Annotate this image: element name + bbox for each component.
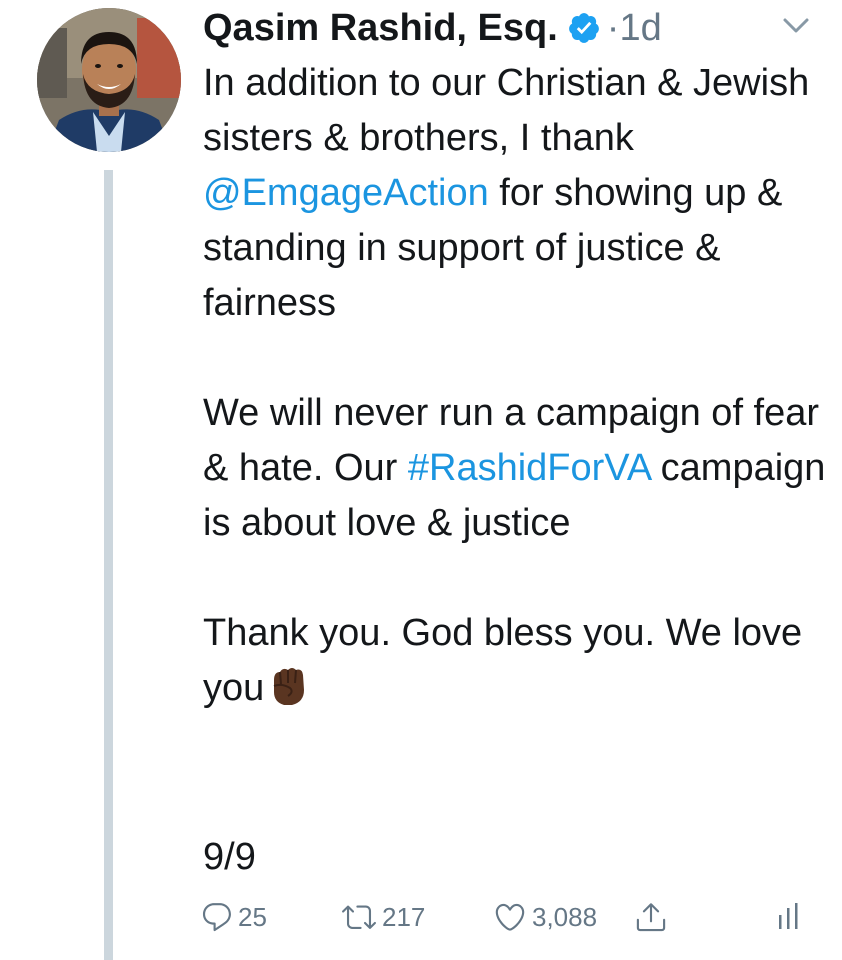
share-button[interactable] bbox=[634, 895, 668, 939]
chevron-down-icon[interactable] bbox=[780, 14, 812, 38]
retweet-count: 217 bbox=[382, 901, 426, 932]
display-name[interactable]: Qasim Rashid, Esq. bbox=[203, 7, 558, 50]
avatar[interactable] bbox=[37, 8, 181, 152]
tweet-paragraph: In addition to our Christian & Jewish si… bbox=[203, 62, 810, 324]
tweet-paragraph: Thank you. God bless you. We love you bbox=[203, 612, 803, 709]
like-count: 3,088 bbox=[532, 901, 598, 932]
tweet-timestamp[interactable]: ·1d bbox=[607, 7, 662, 50]
retweet-icon bbox=[340, 900, 378, 934]
tweet[interactable]: Qasim Rashid, Esq. ·1d In addition to ou… bbox=[0, 0, 842, 960]
tweet-paragraph: We will never run a campaign of fear & h… bbox=[203, 392, 826, 544]
analytics-button[interactable] bbox=[774, 895, 804, 939]
reply-icon bbox=[200, 900, 234, 934]
reply-button[interactable]: 25 bbox=[200, 895, 267, 939]
heart-icon bbox=[492, 900, 528, 934]
thread-line bbox=[104, 170, 113, 960]
analytics-icon bbox=[774, 900, 804, 934]
raised-fist-emoji-icon bbox=[266, 664, 310, 708]
share-icon bbox=[634, 900, 668, 934]
like-button[interactable]: 3,088 bbox=[492, 895, 597, 939]
verified-badge-icon bbox=[567, 11, 601, 45]
reply-count: 25 bbox=[238, 901, 267, 932]
mention-link[interactable]: @EmgageAction bbox=[203, 172, 489, 214]
tweet-actions: 25 217 3,088 bbox=[200, 895, 820, 939]
retweet-button[interactable]: 217 bbox=[340, 895, 425, 939]
thread-counter: 9/9 bbox=[203, 836, 256, 878]
tweet-text: In addition to our Christian & Jewish si… bbox=[203, 56, 833, 716]
hashtag-link[interactable]: #RashidForVA bbox=[408, 447, 650, 489]
tweet-header: Qasim Rashid, Esq. ·1d bbox=[203, 0, 662, 56]
